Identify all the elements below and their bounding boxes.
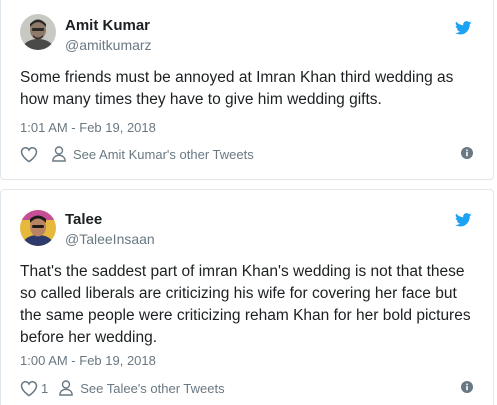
person-icon bbox=[59, 380, 74, 396]
heart-icon[interactable] bbox=[20, 380, 38, 397]
author-handle[interactable]: @amitkumarz bbox=[65, 37, 152, 53]
heart-icon[interactable] bbox=[20, 146, 38, 163]
tweet-actions: 1 See Talee's other Tweets bbox=[20, 378, 473, 398]
tweet-timestamp[interactable]: 1:01 AM - Feb 19, 2018 bbox=[20, 120, 156, 135]
tweet-text: Some friends must be annoyed at Imran Kh… bbox=[20, 69, 454, 108]
twitter-bird-icon[interactable] bbox=[455, 21, 472, 35]
person-icon bbox=[52, 146, 66, 162]
other-tweets-link[interactable]: See Amit Kumar's other Tweets bbox=[73, 147, 254, 162]
tweet-timestamp[interactable]: 1:00 AM - Feb 19, 2018 bbox=[20, 353, 156, 368]
avatar[interactable] bbox=[20, 210, 56, 246]
other-tweets-link[interactable]: See Talee's other Tweets bbox=[80, 381, 224, 396]
tweet-text: That's the saddest part of imran Khan's … bbox=[20, 263, 471, 346]
author-name[interactable]: Amit Kumar bbox=[65, 17, 150, 34]
avatar[interactable] bbox=[20, 14, 56, 50]
twitter-bird-icon[interactable] bbox=[455, 213, 472, 227]
tweet-card: Amit Kumar @amitkumarz Some friends must… bbox=[0, 0, 494, 180]
author-handle[interactable]: @TaleeInsaan bbox=[65, 231, 155, 247]
author-name[interactable]: Talee bbox=[65, 211, 102, 228]
tweet-card: Talee @TaleeInsaan That's the saddest pa… bbox=[0, 189, 494, 405]
like-count: 1 bbox=[41, 380, 49, 396]
info-icon[interactable] bbox=[461, 381, 473, 393]
tweet-actions: See Amit Kumar's other Tweets bbox=[20, 144, 473, 164]
info-icon[interactable] bbox=[461, 147, 473, 159]
